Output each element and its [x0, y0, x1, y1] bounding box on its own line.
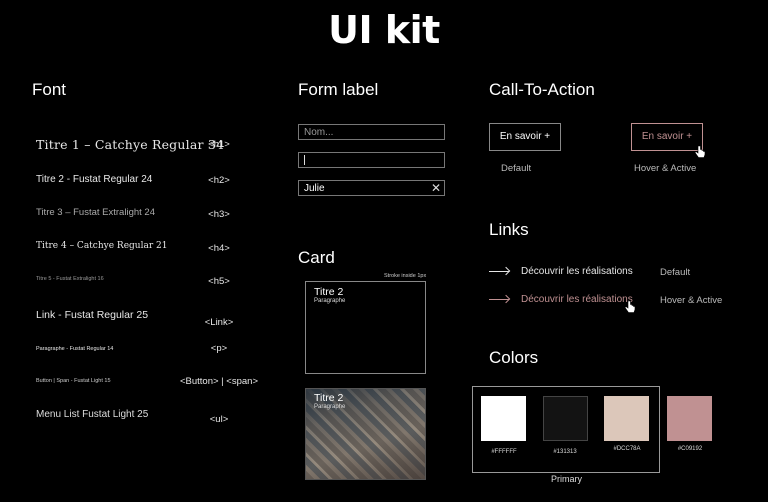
card-image-title: Titre 2 — [314, 392, 344, 404]
color-swatch-beige — [604, 396, 649, 441]
color-swatch-rose — [667, 396, 712, 441]
cta-button-default[interactable]: En savoir + — [489, 123, 561, 151]
font-tag-ul: <ul> — [209, 414, 229, 425]
primary-label: Primary — [551, 474, 582, 484]
cta-default-caption: Default — [501, 163, 532, 174]
stroke-note: Stroke inside 1px — [384, 273, 427, 279]
card-image-subtitle: Paragraphe — [314, 404, 346, 410]
link-default-caption: Default — [660, 267, 691, 278]
hand-cursor-icon — [624, 300, 636, 313]
cta-button-hover[interactable]: En savoir + — [631, 123, 703, 151]
font-sample-h3: Titre 3 – Fustat Extralight 24 — [36, 207, 155, 218]
colors-heading: Colors — [489, 348, 539, 367]
color-hex-label: #FFFFFF — [491, 449, 517, 455]
font-sample-h4: Titre 4 – Catchye Regular 21 — [36, 241, 168, 251]
links-heading: Links — [489, 220, 529, 239]
form-field-filled[interactable]: Julie ✕ — [298, 180, 445, 196]
font-tag-h4: <h4> — [208, 243, 230, 254]
font-sample-link: Link - Fustat Regular 25 — [36, 309, 149, 321]
link-hover-label: Découvrir les réalisations — [521, 294, 633, 305]
font-tag-button: <Button> | <span> — [179, 376, 258, 387]
color-swatch-black — [543, 396, 588, 441]
font-sample-menu: Menu List Fustat Light 25 — [36, 409, 149, 420]
font-heading: Font — [32, 80, 67, 99]
link-default[interactable]: Découvrir les réalisations — [489, 266, 633, 277]
font-tag-h5: <h5> — [208, 276, 230, 287]
font-tag-h3: <h3> — [208, 209, 230, 220]
hand-cursor-icon — [694, 145, 706, 158]
page-title: UI kit — [328, 8, 440, 52]
font-tag-link: <Link> — [204, 317, 234, 328]
color-hex-label: #131313 — [553, 449, 577, 455]
link-hover[interactable]: Découvrir les réalisations — [489, 294, 633, 305]
arrow-right-icon — [489, 298, 509, 300]
color-swatch-white — [481, 396, 526, 441]
form-heading: Form label — [298, 80, 379, 99]
form-field-value: Julie — [304, 183, 325, 194]
arrow-right-icon — [489, 270, 509, 272]
card-title: Titre 2 — [314, 286, 344, 298]
font-sample-button: Button | Span - Fustat Light 15 — [36, 378, 111, 384]
form-field-focused[interactable] — [298, 152, 445, 168]
card-image[interactable]: Titre 2 Paragraphe — [305, 388, 426, 480]
form-field-empty[interactable]: Nom... — [298, 124, 445, 140]
font-tag-h1: <h1> — [208, 139, 230, 150]
font-sample-h2: Titre 2 - Fustat Regular 24 — [36, 174, 153, 185]
font-tag-h2: <h2> — [208, 175, 230, 186]
text-caret — [304, 155, 305, 166]
cta-hover-caption: Hover & Active — [634, 163, 697, 174]
color-hex-label: #C09192 — [677, 446, 703, 452]
link-default-label: Découvrir les réalisations — [521, 266, 633, 277]
clear-icon[interactable]: ✕ — [431, 181, 441, 196]
form-field-placeholder: Nom... — [304, 127, 334, 138]
link-hover-caption: Hover & Active — [660, 295, 723, 306]
cta-heading: Call-To-Action — [489, 80, 595, 99]
card-default[interactable]: Titre 2 Paragraphe — [305, 281, 426, 374]
font-tag-p: <p> — [210, 343, 228, 354]
font-sample-h5: Titre 5 - Fustat Extralight 16 — [36, 276, 104, 282]
color-hex-label: #DCC78A — [613, 446, 641, 452]
card-heading: Card — [298, 248, 335, 267]
font-sample-p: Paragraphe - Fustat Regular 14 — [36, 346, 114, 352]
card-subtitle: Paragraphe — [314, 298, 346, 304]
